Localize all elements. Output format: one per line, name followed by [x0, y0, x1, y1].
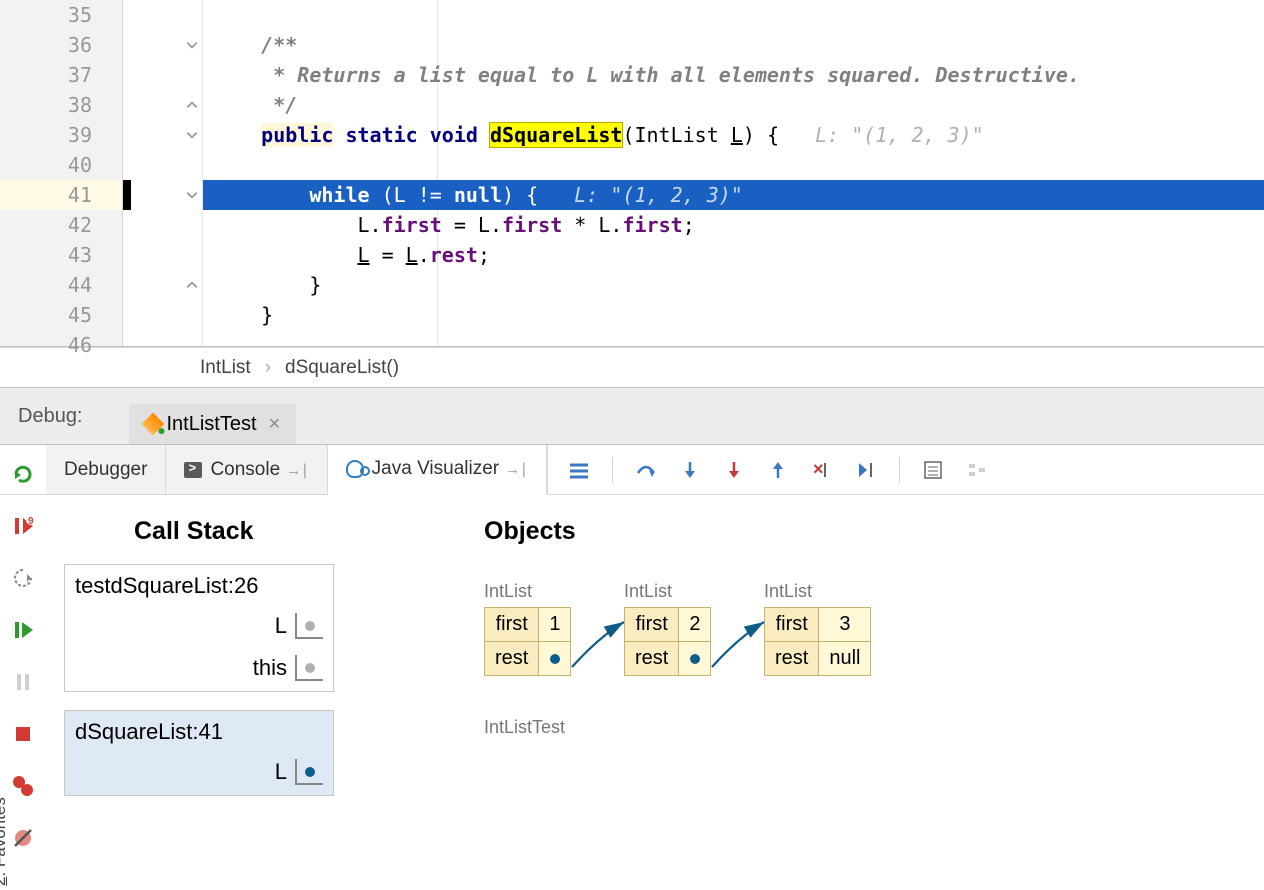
code-text: (IntList: [622, 123, 730, 147]
keyword: void: [430, 123, 478, 147]
execution-marker: [123, 180, 131, 210]
favorites-tool-window-tab[interactable]: 2: Favorites: [0, 797, 10, 886]
variable-name: L: [275, 759, 287, 785]
call-stack-title: Call Stack: [134, 517, 334, 546]
objects-title: Objects: [484, 517, 1246, 546]
line-number: 44: [0, 270, 122, 300]
gutter: 35 36 37 38 39 40 41 42 43 44 45 46: [0, 0, 123, 346]
pointer-arrows: [484, 517, 1264, 890]
fold-toggle-icon[interactable]: [186, 188, 198, 200]
keyword: public: [261, 123, 333, 147]
svg-text:×: ×: [813, 459, 824, 479]
inline-hint: L: "(1, 2, 3)": [574, 183, 743, 207]
object-type-label: IntListTest: [484, 717, 565, 738]
tab-java-visualizer[interactable]: Java Visualizer→∣: [328, 445, 547, 495]
line-number: 38: [0, 90, 122, 120]
fold-toggle-icon[interactable]: [186, 128, 198, 140]
code-text: ) {: [743, 123, 779, 147]
pin-icon[interactable]: →∣: [286, 461, 309, 479]
variable-name: this: [253, 655, 287, 681]
pointer-dot: [690, 654, 700, 664]
view-breakpoints-button[interactable]: [10, 773, 36, 799]
fold-toggle-icon[interactable]: [186, 38, 198, 50]
code-text: }: [203, 300, 1264, 330]
heap-object: first3restnull: [764, 607, 871, 676]
tab-console[interactable]: Console→∣: [166, 445, 327, 494]
close-icon[interactable]: ×: [269, 413, 281, 436]
object-type-label: IntList: [764, 581, 812, 602]
doc-comment: * Returns a list equal to L with all ele…: [261, 63, 1080, 87]
debug-panel-header: Debug: IntListTest ×: [0, 387, 1264, 445]
debug-toolbar: Debugger Console→∣ Java Visualizer→∣ ×: [0, 445, 1264, 495]
update-running-application-button[interactable]: [10, 565, 36, 591]
keyword: static: [345, 123, 417, 147]
code-text: }: [203, 270, 1264, 300]
param: L: [731, 123, 743, 147]
line-number: 46: [0, 330, 122, 360]
java-visualizer-panel: Call Stack testdSquareList:26 L this dSq…: [46, 495, 1264, 890]
pause-button[interactable]: [10, 669, 36, 695]
pointer-slot: [295, 613, 323, 639]
stack-frame[interactable]: testdSquareList:26 L this: [64, 564, 334, 692]
fold-end-icon: [186, 98, 198, 110]
line-number: 43: [0, 240, 122, 270]
coffee-icon: [346, 460, 364, 478]
object-type-label: IntList: [484, 581, 532, 602]
code-area[interactable]: /** * Returns a list equal to L with all…: [203, 0, 1264, 346]
line-number: 40: [0, 150, 122, 180]
line-number: 35: [0, 0, 122, 30]
run-config-icon: [141, 413, 164, 436]
resume-button[interactable]: [10, 617, 36, 643]
run-config-tab[interactable]: IntListTest ×: [129, 404, 297, 444]
console-icon: [184, 462, 202, 478]
pointer-slot: [295, 759, 323, 785]
line-number: 42: [0, 210, 122, 240]
line-number: 39: [0, 120, 122, 150]
code-editor[interactable]: 35 36 37 38 39 40 41 42 43 44 45 46 /** …: [0, 0, 1264, 347]
evaluate-expression-icon[interactable]: [922, 459, 944, 481]
fold-end-icon: [186, 278, 198, 290]
pointer-dot: [550, 654, 560, 664]
line-number: 45: [0, 300, 122, 330]
pointer-slot: [295, 655, 323, 681]
drop-frame-icon[interactable]: ×: [811, 459, 833, 481]
line-number: 36: [0, 30, 122, 60]
frame-title: dSquareList:41: [65, 711, 333, 753]
object-type-label: IntList: [624, 581, 672, 602]
doc-comment: /**: [261, 33, 297, 57]
doc-comment: */: [261, 93, 297, 117]
stack-frame-active[interactable]: dSquareList:41 L: [64, 710, 334, 796]
step-over-icon[interactable]: [635, 459, 657, 481]
stop-button[interactable]: [10, 721, 36, 747]
rerun-button[interactable]: [10, 461, 36, 487]
tab-debugger[interactable]: Debugger: [46, 445, 166, 494]
method-name: dSquareList: [490, 123, 622, 147]
show-execution-point-icon[interactable]: [568, 459, 590, 481]
step-out-icon[interactable]: [767, 459, 789, 481]
step-into-icon[interactable]: [679, 459, 701, 481]
pin-icon[interactable]: →∣: [505, 460, 528, 478]
svg-text:9: 9: [28, 516, 34, 527]
trace-current-stream-chain-icon[interactable]: [966, 459, 988, 481]
run-config-name: IntListTest: [167, 413, 257, 436]
fold-column: [123, 0, 203, 346]
force-step-into-icon[interactable]: [723, 459, 745, 481]
resume-program-button[interactable]: 9: [10, 513, 36, 539]
current-execution-line: while (L != null) { L: "(1, 2, 3)": [203, 180, 1264, 210]
inline-hint: L: "(1, 2, 3)": [815, 123, 984, 147]
heap-object: first1rest: [484, 607, 571, 676]
run-to-cursor-icon[interactable]: [855, 459, 877, 481]
mute-breakpoints-button[interactable]: [10, 825, 36, 851]
variable-name: L: [275, 613, 287, 639]
line-number: 37: [0, 60, 122, 90]
heap-object: first2rest: [624, 607, 711, 676]
frame-title: testdSquareList:26: [65, 565, 333, 607]
debug-actions-column: 9: [0, 395, 46, 851]
